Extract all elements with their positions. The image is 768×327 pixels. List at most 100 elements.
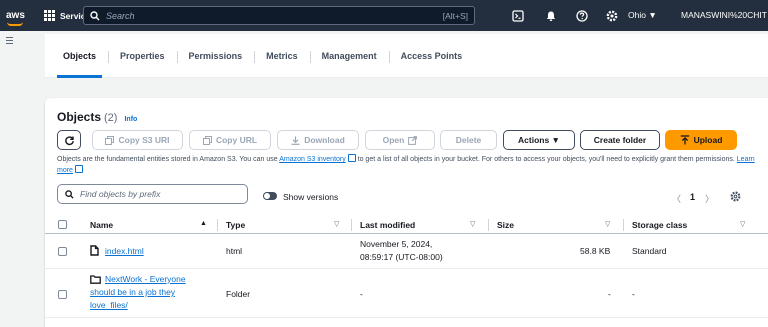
- object-last-modified: -: [360, 289, 363, 299]
- aws-logo[interactable]: aws: [6, 10, 32, 26]
- external-link-icon: [408, 135, 418, 145]
- tab-objects[interactable]: Objects: [51, 34, 108, 78]
- sort-icon[interactable]: ▽: [605, 220, 610, 228]
- table-row: NextWork - Everyone should be in a job t…: [45, 269, 768, 318]
- column-name[interactable]: Name: [90, 220, 113, 230]
- column-last-modified[interactable]: Last modified: [360, 220, 415, 230]
- row-checkbox[interactable]: [58, 247, 67, 256]
- external-link-icon: [347, 154, 356, 162]
- sort-icon[interactable]: ▽: [334, 220, 339, 228]
- tab-metrics[interactable]: Metrics: [254, 34, 310, 78]
- column-divider: [488, 219, 489, 231]
- copy-url-label: Copy URL: [215, 135, 258, 145]
- column-type[interactable]: Type: [226, 220, 245, 230]
- download-icon: [291, 136, 300, 145]
- object-storage-class: Standard: [632, 246, 667, 256]
- download-button[interactable]: Download: [277, 130, 359, 150]
- s3-inventory-link[interactable]: Amazon S3 inventory: [279, 156, 346, 163]
- settings-gear-icon[interactable]: [604, 8, 619, 23]
- row-checkbox[interactable]: [58, 290, 67, 299]
- search-icon: [65, 189, 74, 199]
- objects-table-header: Name ▲ Type ▽ Last modified ▽ Size ▽ Sto…: [45, 215, 768, 234]
- object-size: 58.8 KB: [580, 246, 611, 256]
- sort-icon[interactable]: ▽: [470, 220, 475, 228]
- object-last-modified-time: 08:59:17 (UTC-08:00): [360, 252, 443, 262]
- tab-access-points[interactable]: Access Points: [388, 34, 475, 78]
- help-icon[interactable]: [574, 8, 589, 23]
- top-navigation-bar: aws Services [Alt+S] Ohio ▼ MANASWINI%20…: [0, 0, 768, 31]
- previous-page-icon[interactable]: 〈: [672, 192, 681, 205]
- upload-button[interactable]: Upload: [665, 130, 737, 150]
- info-link[interactable]: Info: [124, 116, 137, 123]
- open-label: Open: [382, 135, 405, 145]
- description-text: Objects are the fundamental entities sto…: [57, 156, 280, 163]
- cloudshell-icon[interactable]: [510, 8, 525, 23]
- global-search-input[interactable]: [106, 10, 443, 21]
- grid-icon: [44, 10, 55, 21]
- object-last-modified-date: November 5, 2024,: [360, 239, 433, 249]
- objects-header: Objects (2) Info: [57, 110, 137, 124]
- region-selector[interactable]: Ohio ▼: [628, 10, 657, 20]
- delete-button[interactable]: Delete: [440, 130, 497, 150]
- folder-name-link-line3[interactable]: love_files/: [90, 300, 128, 311]
- copy-s3-uri-label: Copy S3 URI: [118, 135, 170, 145]
- objects-description: Objects are the fundamental entities sto…: [57, 154, 757, 176]
- object-size: -: [608, 289, 611, 299]
- column-divider: [351, 219, 352, 231]
- search-shortcut-hint: [Alt+S]: [442, 10, 468, 21]
- upload-icon: [680, 135, 689, 145]
- tab-permissions[interactable]: Permissions: [176, 34, 255, 78]
- delete-label: Delete: [455, 135, 482, 145]
- search-icon: [90, 10, 100, 20]
- account-menu[interactable]: MANASWINI%20CHIT: [681, 10, 767, 20]
- upload-label: Upload: [693, 135, 723, 145]
- show-versions-label: Show versions: [283, 192, 339, 202]
- copy-icon: [105, 135, 115, 145]
- objects-panel: Objects (2) Info Copy S3 URI Copy URL Do…: [45, 98, 768, 327]
- find-objects-input[interactable]: [80, 189, 240, 199]
- sort-ascending-icon[interactable]: ▲: [200, 220, 207, 227]
- select-all-checkbox[interactable]: [58, 220, 67, 229]
- aws-logo-text: aws: [6, 10, 25, 21]
- notifications-bell-icon[interactable]: [543, 8, 558, 23]
- show-versions-toggle[interactable]: [263, 192, 277, 200]
- bucket-tabs: Objects Properties Permissions Metrics M…: [45, 34, 768, 78]
- find-objects-search[interactable]: [57, 184, 248, 204]
- copy-s3-uri-button[interactable]: Copy S3 URI: [92, 130, 183, 150]
- description-text-2: to get a list of all objects in your buc…: [355, 156, 737, 163]
- refresh-icon: [64, 135, 74, 145]
- table-row: index.html html November 5, 2024, 08:59:…: [45, 234, 768, 269]
- copy-url-button[interactable]: Copy URL: [189, 130, 271, 150]
- global-search-box[interactable]: [Alt+S]: [83, 6, 475, 25]
- side-menu-hamburger-icon[interactable]: [6, 37, 13, 44]
- column-divider: [217, 219, 218, 231]
- column-size[interactable]: Size: [497, 220, 514, 230]
- object-name-link[interactable]: index.html: [105, 246, 144, 257]
- tab-properties[interactable]: Properties: [108, 34, 177, 78]
- tab-management[interactable]: Management: [309, 34, 389, 78]
- column-storage-class[interactable]: Storage class: [632, 220, 687, 230]
- download-label: Download: [304, 135, 345, 145]
- table-preferences-gear-icon[interactable]: [730, 191, 741, 202]
- object-storage-class: -: [632, 289, 635, 299]
- external-link-icon: [74, 165, 83, 173]
- refresh-button[interactable]: [57, 130, 81, 150]
- file-icon: [90, 245, 99, 256]
- folder-icon: [90, 275, 101, 284]
- folder-name-link-line1[interactable]: NextWork - Everyone: [105, 274, 186, 285]
- object-type: Folder: [226, 289, 251, 299]
- folder-name-link-line2[interactable]: should be in a job they: [90, 287, 175, 298]
- current-page-number[interactable]: 1: [690, 192, 695, 202]
- copy-icon: [202, 135, 212, 145]
- create-folder-label: Create folder: [593, 135, 647, 145]
- object-type: html: [226, 246, 243, 256]
- sort-icon[interactable]: ▽: [740, 220, 745, 228]
- column-divider: [623, 219, 624, 231]
- actions-dropdown-button[interactable]: Actions ▼: [503, 130, 575, 150]
- next-page-icon[interactable]: 〉: [705, 192, 714, 205]
- objects-count: (2): [104, 112, 118, 124]
- create-folder-button[interactable]: Create folder: [580, 130, 660, 150]
- objects-title: Objects: [57, 110, 102, 124]
- actions-label: Actions ▼: [518, 135, 560, 145]
- open-button[interactable]: Open: [365, 130, 435, 150]
